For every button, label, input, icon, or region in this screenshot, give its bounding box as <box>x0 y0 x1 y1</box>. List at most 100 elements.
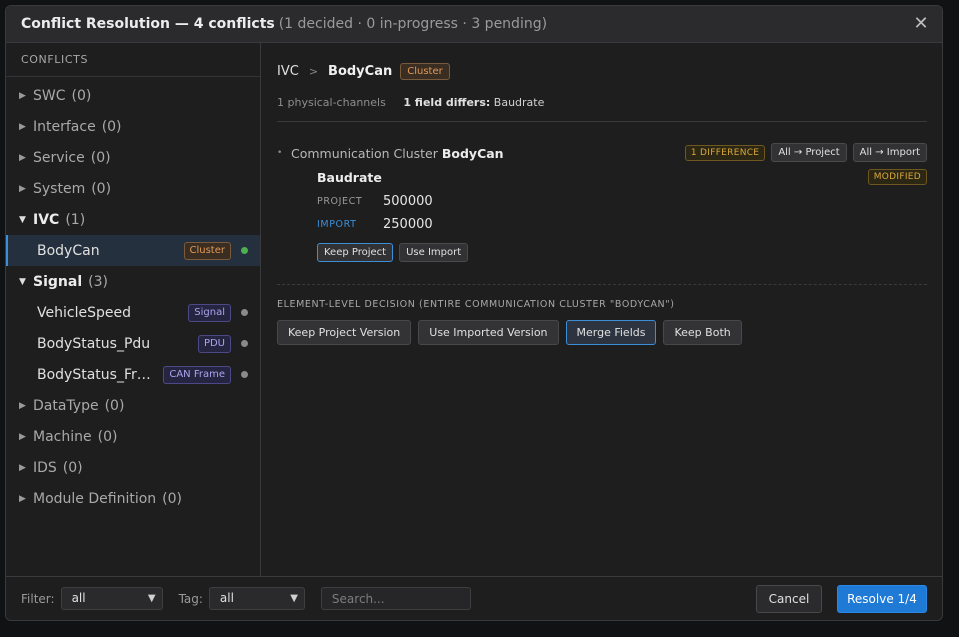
caret-down-icon: ▼ <box>19 276 26 287</box>
keep-both-button[interactable]: Keep Both <box>663 320 742 345</box>
conflict-item-bodystatus-frame[interactable]: BodyStatus_Fra… CAN Frame <box>6 359 260 390</box>
breadcrumb: IVC > BodyCan Cluster <box>277 63 450 80</box>
difference-count-badge: 1 DIFFERENCE <box>684 144 766 161</box>
conflict-item-bodystatus-pdu[interactable]: BodyStatus_Pdu PDU <box>6 328 260 359</box>
category-label: Machine <box>33 428 92 445</box>
category-label: System <box>33 180 86 197</box>
status-dot-pending <box>241 309 248 316</box>
category-machine[interactable]: ▶ Machine (0) <box>6 421 260 452</box>
caret-right-icon: ▶ <box>19 183 26 194</box>
conflict-detail-panel: IVC > BodyCan Cluster 1 physical-channel… <box>262 43 942 578</box>
caret-right-icon: ▶ <box>19 462 26 473</box>
category-service[interactable]: ▶ Service (0) <box>6 142 260 173</box>
category-count: (0) <box>62 459 83 476</box>
category-count: (0) <box>101 118 122 135</box>
category-system[interactable]: ▶ System (0) <box>6 173 260 204</box>
section-title: Communication Cluster BodyCan <box>291 146 504 161</box>
status-dot-decided <box>241 247 248 254</box>
section-prefix: Communication Cluster <box>291 145 438 161</box>
differs-label: 1 field differs: <box>403 96 491 109</box>
chevron-down-icon: ▼ <box>290 593 298 604</box>
element-decision-label: ELEMENT-LEVEL DECISION (ENTIRE COMMUNICA… <box>277 299 675 310</box>
dialog-subtitle: (1 decided · 0 in-progress · 3 pending) <box>278 16 548 32</box>
project-key: PROJECT <box>317 196 363 207</box>
filter-select[interactable]: all ▼ <box>60 587 163 610</box>
all-to-project-button[interactable]: All → Project <box>771 143 847 162</box>
breadcrumb-current: BodyCan <box>328 64 393 79</box>
merge-fields-button[interactable]: Merge Fields <box>565 320 657 345</box>
type-tag: Signal <box>188 304 231 322</box>
keep-project-version-button[interactable]: Keep Project Version <box>277 320 412 345</box>
category-count: (3) <box>88 273 108 290</box>
use-import-button[interactable]: Use Import <box>399 243 469 262</box>
conflict-item-name: BodyStatus_Fra… <box>37 366 159 383</box>
conflict-item-name: BodyCan <box>37 242 100 259</box>
collapse-dot-icon[interactable]: • <box>277 148 291 158</box>
status-dot-pending <box>241 340 248 347</box>
conflict-item-name: BodyStatus_Pdu <box>37 335 151 352</box>
tag-value: all <box>219 591 234 605</box>
conflict-item-vehiclespeed[interactable]: VehicleSpeed Signal <box>6 297 260 328</box>
channels-count: 1 physical-channels <box>277 96 386 109</box>
category-count: (0) <box>90 149 111 166</box>
tag-label: Tag: <box>178 591 203 606</box>
category-label: Interface <box>33 118 96 135</box>
category-ids[interactable]: ▶ IDS (0) <box>6 452 260 483</box>
field-name: Baudrate <box>317 170 382 185</box>
search-input[interactable] <box>320 587 471 610</box>
category-label: Module Definition <box>33 490 157 507</box>
cancel-button[interactable]: Cancel <box>756 585 822 613</box>
breadcrumb-separator: > <box>308 65 319 78</box>
project-value-row: PROJECT 500000 <box>317 194 433 209</box>
use-imported-version-button[interactable]: Use Imported Version <box>418 320 559 345</box>
category-label: DataType <box>33 397 99 414</box>
field-actions: Keep Project Use Import <box>317 243 469 262</box>
category-count: (1) <box>65 211 86 228</box>
tag-select[interactable]: all ▼ <box>208 587 305 610</box>
category-swc[interactable]: ▶ SWC (0) <box>6 80 260 111</box>
category-label: IVC <box>33 211 60 228</box>
category-label: IDS <box>33 459 57 476</box>
breadcrumb-root[interactable]: IVC <box>277 64 299 79</box>
dashed-divider <box>277 284 927 285</box>
category-signal[interactable]: ▼ Signal (3) <box>6 266 260 297</box>
type-tag: CAN Frame <box>163 366 231 384</box>
conflicts-sidebar: CONFLICTS ▶ SWC (0) ▶ Interface (0) ▶ Se… <box>6 43 261 578</box>
status-dot-pending <box>241 371 248 378</box>
import-value: 250000 <box>383 217 433 232</box>
conflict-resolution-dialog: Conflict Resolution — 4 conflicts (1 dec… <box>5 5 943 621</box>
close-icon[interactable]: ✕ <box>912 15 930 33</box>
category-interface[interactable]: ▶ Interface (0) <box>6 111 260 142</box>
project-value: 500000 <box>383 194 433 209</box>
caret-right-icon: ▶ <box>19 121 26 132</box>
section-name: BodyCan <box>441 145 504 161</box>
type-tag: Cluster <box>183 242 231 260</box>
category-datatype[interactable]: ▶ DataType (0) <box>6 390 260 421</box>
caret-right-icon: ▶ <box>19 400 26 411</box>
category-module-definition[interactable]: ▶ Module Definition (0) <box>6 483 260 514</box>
caret-right-icon: ▶ <box>19 90 26 101</box>
category-count: (0) <box>91 180 112 197</box>
resolve-button[interactable]: Resolve 1/4 <box>837 585 927 613</box>
breadcrumb-type-tag: Cluster <box>400 63 450 80</box>
field-status-badge: MODIFIED <box>867 169 927 185</box>
category-count: (0) <box>97 428 118 445</box>
import-value-row: IMPORT 250000 <box>317 217 433 232</box>
category-ivc[interactable]: ▼ IVC (1) <box>6 204 260 235</box>
keep-project-button[interactable]: Keep Project <box>317 243 394 262</box>
element-decision-actions: Keep Project Version Use Imported Versio… <box>277 320 742 345</box>
conflict-item-name: VehicleSpeed <box>37 304 131 321</box>
filter-value: all <box>71 591 86 605</box>
type-tag: PDU <box>197 335 231 353</box>
import-key: IMPORT <box>317 219 357 230</box>
cluster-section-header: • Communication Cluster BodyCan 1 DIFFER… <box>277 143 927 162</box>
category-count: (0) <box>71 87 92 104</box>
caret-right-icon: ▶ <box>19 431 26 442</box>
sidebar-header: CONFLICTS <box>6 43 260 77</box>
caret-right-icon: ▶ <box>19 152 26 163</box>
category-count: (0) <box>162 490 182 507</box>
caret-down-icon: ▼ <box>19 214 26 225</box>
conflict-meta: 1 physical-channels 1 field differs: Bau… <box>277 96 544 109</box>
all-to-import-button[interactable]: All → Import <box>852 143 927 162</box>
conflict-item-bodycan[interactable]: BodyCan Cluster <box>6 235 260 266</box>
